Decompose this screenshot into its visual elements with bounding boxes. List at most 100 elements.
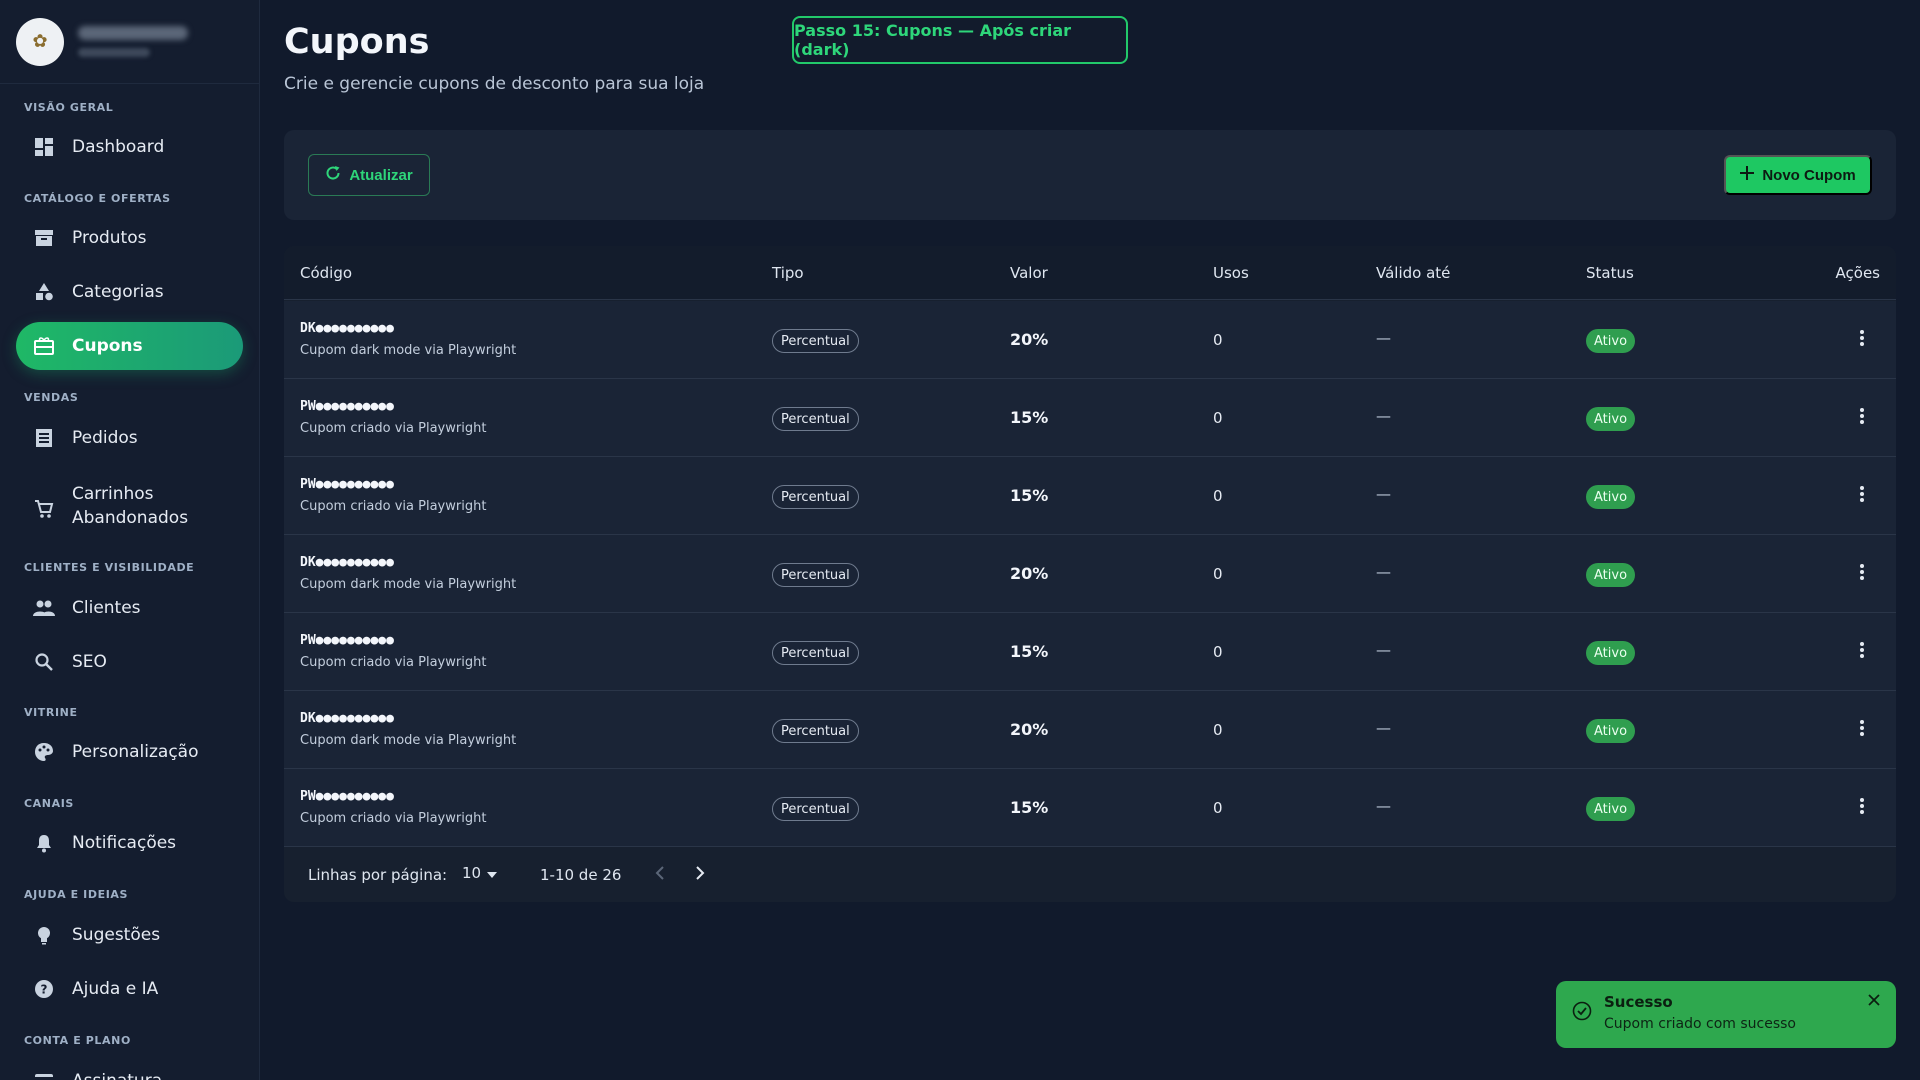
sidebar-item-sugestoes[interactable]: Sugestões [16,911,243,959]
coupon-type-chip: Percentual [772,485,859,509]
check-circle-icon [1572,1001,1592,1025]
store-brand[interactable]: ✿ [0,0,259,84]
sidebar-section-ajuda: Ajuda e ideias [24,888,129,901]
toolbar: Atualizar Novo Cupom [284,130,1896,220]
dashboard-icon [32,135,56,159]
coupon-code: PW●●●●●●●●●● [300,633,394,648]
row-actions-button[interactable] [1850,483,1874,507]
table-row: DK●●●●●●●●●● Cupom dark mode via Playwrig… [284,535,1896,613]
row-actions-button[interactable] [1850,405,1874,429]
coupon-code: DK●●●●●●●●●● [300,321,394,336]
column-header-valor[interactable]: Valor [1010,264,1048,282]
close-toast-button[interactable] [1864,991,1884,1011]
pagination-range: 1-10 de 26 [540,866,622,884]
column-header-codigo[interactable]: Código [300,264,352,282]
new-coupon-button[interactable]: Novo Cupom [1724,155,1872,195]
row-actions-button[interactable] [1850,561,1874,585]
refresh-icon [325,165,341,185]
column-header-status[interactable]: Status [1586,264,1634,282]
coupon-type-chip: Percentual [772,797,859,821]
page-title: Cupons [284,22,430,62]
sidebar-item-notificacoes[interactable]: Notificações [16,819,243,867]
page-subtitle: Crie e gerencie cupons de desconto para … [284,74,705,94]
caret-down-icon [487,864,498,882]
coupon-valid-until: — [1376,719,1391,737]
plus-icon [1740,166,1755,184]
row-actions-button[interactable] [1850,795,1874,819]
sidebar-item-dashboard[interactable]: Dashboard [16,123,243,171]
table-row: DK●●●●●●●●●● Cupom dark mode via Playwrig… [284,691,1896,769]
rows-per-page-label: Linhas por página: [308,866,448,884]
coupon-type-chip: Percentual [772,719,859,743]
coupon-uses: 0 [1213,799,1223,817]
sidebar-item-label: Assinatura [72,1071,162,1080]
row-actions-button[interactable] [1850,327,1874,351]
sidebar-item-label: Personalização [72,742,199,762]
refresh-button[interactable]: Atualizar [308,154,430,196]
more-vertical-icon [1859,719,1865,740]
orders-icon [32,426,56,450]
coupon-type-chip: Percentual [772,563,859,587]
pagination: Linhas por página: 10 1-10 de 26 [284,846,1896,902]
next-page-button[interactable] [688,862,712,886]
sidebar-item-categorias[interactable]: Categorias [16,268,243,316]
column-header-usos[interactable]: Usos [1213,264,1249,282]
status-badge: Ativo [1586,329,1636,353]
coupon-value: 15% [1010,408,1049,427]
coupon-code: DK●●●●●●●●●● [300,711,394,726]
sidebar-item-cupons[interactable]: Cupons [16,322,243,370]
category-icon [32,280,56,304]
sidebar-section-conta: Conta e plano [24,1034,131,1047]
coupon-description: Cupom dark mode via Playwright [300,733,517,748]
more-vertical-icon [1859,641,1865,662]
more-vertical-icon [1859,485,1865,506]
coupon-value: 15% [1010,486,1049,505]
sidebar: ✿ Visão geral Dashboard Catálogo e ofert… [0,0,260,1080]
new-coupon-label: Novo Cupom [1762,166,1856,184]
palette-icon [32,740,56,764]
status-badge: Ativo [1586,563,1636,587]
sidebar-item-assinatura[interactable]: Assinatura [16,1057,243,1080]
previous-page-button[interactable] [648,862,672,886]
coupon-icon [32,334,56,358]
store-logo: ✿ [16,17,64,66]
column-header-valido-ate[interactable]: Válido até [1376,264,1450,282]
column-header-tipo[interactable]: Tipo [772,264,804,282]
column-header-acoes: Ações [1835,264,1880,282]
sidebar-item-label: Cupons [72,336,143,356]
coupon-uses: 0 [1213,331,1223,349]
coupon-valid-until: — [1376,797,1391,815]
table-row: PW●●●●●●●●●● Cupom criado via Playwright P… [284,457,1896,535]
coupon-uses: 0 [1213,487,1223,505]
coupon-description: Cupom criado via Playwright [300,655,487,670]
coupon-code: PW●●●●●●●●●● [300,399,394,414]
sidebar-item-carrinhos-abandonados[interactable]: Carrinhos Abandonados [16,476,243,534]
sidebar-item-clientes[interactable]: Clientes [16,584,243,632]
sidebar-item-seo[interactable]: SEO [16,638,243,686]
help-icon: ? [32,977,56,1001]
coupon-description: Cupom criado via Playwright [300,811,487,826]
rows-per-page-select[interactable]: 10 [462,864,498,882]
sidebar-item-personalizacao[interactable]: Personalização [16,728,243,776]
rows-per-page-value: 10 [462,864,482,882]
sidebar-item-label: Notificações [72,833,177,853]
sidebar-item-label: Categorias [72,282,164,302]
sidebar-item-pedidos[interactable]: Pedidos [16,414,243,462]
sidebar-item-ajuda-ia[interactable]: ? Ajuda e IA [16,965,243,1013]
close-icon [1868,993,1880,1009]
coupon-code: PW●●●●●●●●●● [300,789,394,804]
coupon-description: Cupom criado via Playwright [300,421,487,436]
sidebar-section-catalogo: Catálogo e ofertas [24,192,171,205]
sidebar-item-label: Pedidos [72,428,138,448]
row-actions-button[interactable] [1850,717,1874,741]
store-subtitle-redacted [78,48,150,57]
status-badge: Ativo [1586,797,1636,821]
sidebar-item-produtos[interactable]: Produtos [16,214,243,262]
coupon-valid-until: — [1376,485,1391,503]
sidebar-section-visao-geral: Visão geral [24,101,114,114]
row-actions-button[interactable] [1850,639,1874,663]
card-icon [32,1069,56,1080]
search-icon [32,650,56,674]
coupon-uses: 0 [1213,565,1223,583]
more-vertical-icon [1859,563,1865,584]
